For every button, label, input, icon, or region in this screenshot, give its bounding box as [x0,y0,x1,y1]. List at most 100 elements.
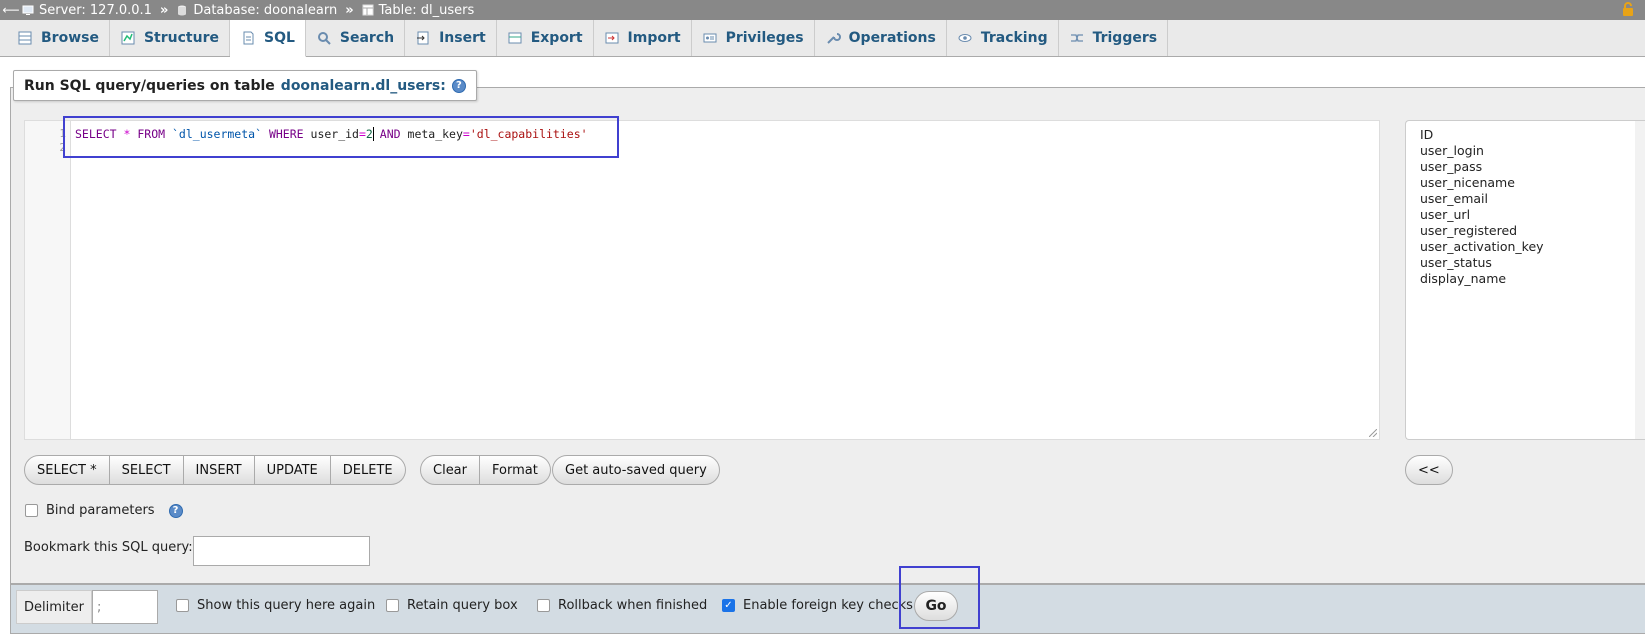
breadcrumb-database[interactable]: Database: doonalearn [176,3,337,18]
database-icon [178,5,187,16]
collapse-button-group: << [1405,455,1453,485]
tab-label: Tracking [980,30,1048,46]
tab-label: Operations [848,30,936,46]
tab-bar: Browse Structure SQL Search Insert Expor… [0,20,1645,57]
bind-parameters-row: Bind parameters ? [25,503,183,518]
legend-text: Run SQL query/queries on table [24,77,275,94]
query-highlight-box [63,116,619,158]
tab-search[interactable]: Search [306,20,406,56]
panel-legend: Run SQL query/queries on table doonalear… [13,70,477,101]
breadcrumb-table[interactable]: Table: dl_users [362,2,475,18]
collapse-columns-button[interactable]: << [1405,455,1453,485]
column-item[interactable]: user_activation_key [1420,239,1631,255]
foreign-keys-row: ✓ Enable foreign key checks [722,598,913,613]
column-item[interactable]: user_nicename [1420,175,1631,191]
tab-tracking[interactable]: Tracking [947,20,1059,56]
tab-label: Triggers [1092,30,1158,46]
rollback-row: Rollback when finished [537,598,707,613]
help-icon[interactable]: ? [168,503,183,518]
delimiter-label: Delimiter [16,590,92,624]
retain-box-row: Retain query box [386,598,518,613]
help-icon[interactable]: ? [451,78,466,93]
tab-label: Privileges [725,30,804,46]
go-highlight-box [899,566,980,629]
tab-privileges[interactable]: Privileges [692,20,815,56]
resize-grip-icon[interactable] [1369,429,1377,437]
show-query-row: Show this query here again [176,598,375,613]
tab-operations[interactable]: Operations [815,20,947,56]
back-arrow-icon[interactable]: ⟵ [0,3,22,17]
import-icon [605,32,619,44]
bookmark-input[interactable] [193,536,370,566]
tab-label: SQL [263,30,295,46]
structure-icon [121,31,135,45]
delimiter-input[interactable]: ; [92,590,158,624]
column-item[interactable]: user_url [1420,207,1631,223]
insert-icon [417,31,429,45]
tab-import[interactable]: Import [594,20,692,56]
columns-scrollbar[interactable] [1635,121,1645,439]
clear-button[interactable]: Clear [420,455,480,485]
insert-button[interactable]: INSERT [183,455,255,485]
tab-insert[interactable]: Insert [405,20,497,56]
tab-browse[interactable]: Browse [7,20,110,56]
show-query-checkbox[interactable] [176,599,189,612]
update-button[interactable]: UPDATE [254,455,331,485]
breadcrumb-table-label: Table: dl_users [378,2,475,18]
tab-export[interactable]: Export [497,20,594,56]
columns-list[interactable]: ID user_login user_pass user_nicename us… [1405,120,1645,440]
line-gutter: 1 2 [25,121,71,439]
editor-action-buttons: Clear Format [420,455,551,485]
triggers-icon [1070,34,1083,42]
column-item[interactable]: user_login [1420,143,1631,159]
legend-table-link[interactable]: doonalearn.dl_users: [281,78,446,94]
column-item[interactable]: ID [1420,127,1631,143]
show-query-label: Show this query here again [197,598,376,613]
tab-structure[interactable]: Structure [110,20,230,56]
bookmark-label: Bookmark this SQL query: [24,540,193,555]
table-icon [362,4,374,16]
eye-icon [958,34,972,42]
tab-sql[interactable]: SQL [229,20,306,57]
get-auto-saved-query-button[interactable]: Get auto-saved query [552,455,720,485]
query-template-buttons: SELECT * SELECT INSERT UPDATE DELETE [24,455,406,485]
column-item[interactable]: user_status [1420,255,1631,271]
select-button[interactable]: SELECT [109,455,184,485]
bind-parameters-label: Bind parameters [46,503,155,518]
browse-icon [18,31,32,45]
column-item[interactable]: user_email [1420,191,1631,207]
tab-label: Search [339,30,395,46]
delete-button[interactable]: DELETE [330,455,406,485]
column-item[interactable]: user_registered [1420,223,1631,239]
tab-label: Browse [41,30,99,46]
retain-box-checkbox[interactable] [386,599,399,612]
breadcrumb-server[interactable]: Server: 127.0.0.1 [22,3,152,18]
breadcrumb-database-label: Database: doonalearn [193,2,338,18]
breadcrumb: ⟵ Server: 127.0.0.1 » Database: doonalea… [0,0,1645,20]
tab-label: Import [627,30,681,46]
autosave-button-group: Get auto-saved query [552,455,720,485]
format-button[interactable]: Format [480,455,551,485]
column-item[interactable]: display_name [1420,271,1631,287]
export-icon [508,32,522,44]
server-icon [22,5,34,15]
tab-triggers[interactable]: Triggers [1059,20,1169,56]
sql-icon [243,31,254,45]
sql-editor[interactable]: 1 2 SELECT * FROM `dl_usermeta` WHERE us… [24,120,1380,440]
retain-box-label: Retain query box [407,598,518,613]
foreign-keys-checkbox[interactable]: ✓ [722,599,735,612]
foreign-keys-label: Enable foreign key checks [743,598,913,613]
tab-label: Export [530,30,583,46]
tab-label: Insert [439,30,486,46]
privileges-icon [703,33,717,43]
select-star-button[interactable]: SELECT * [24,455,110,485]
rollback-checkbox[interactable] [537,599,550,612]
breadcrumb-separator: » [345,2,354,18]
tab-label: Structure [143,30,219,46]
bind-parameters-checkbox[interactable] [25,504,38,517]
breadcrumb-server-label: Server: 127.0.0.1 [39,2,152,18]
wrench-icon [826,33,841,44]
lock-icon[interactable] [1621,2,1635,17]
column-item[interactable]: user_pass [1420,159,1631,175]
bookmark-row: Bookmark this SQL query: [24,540,193,555]
